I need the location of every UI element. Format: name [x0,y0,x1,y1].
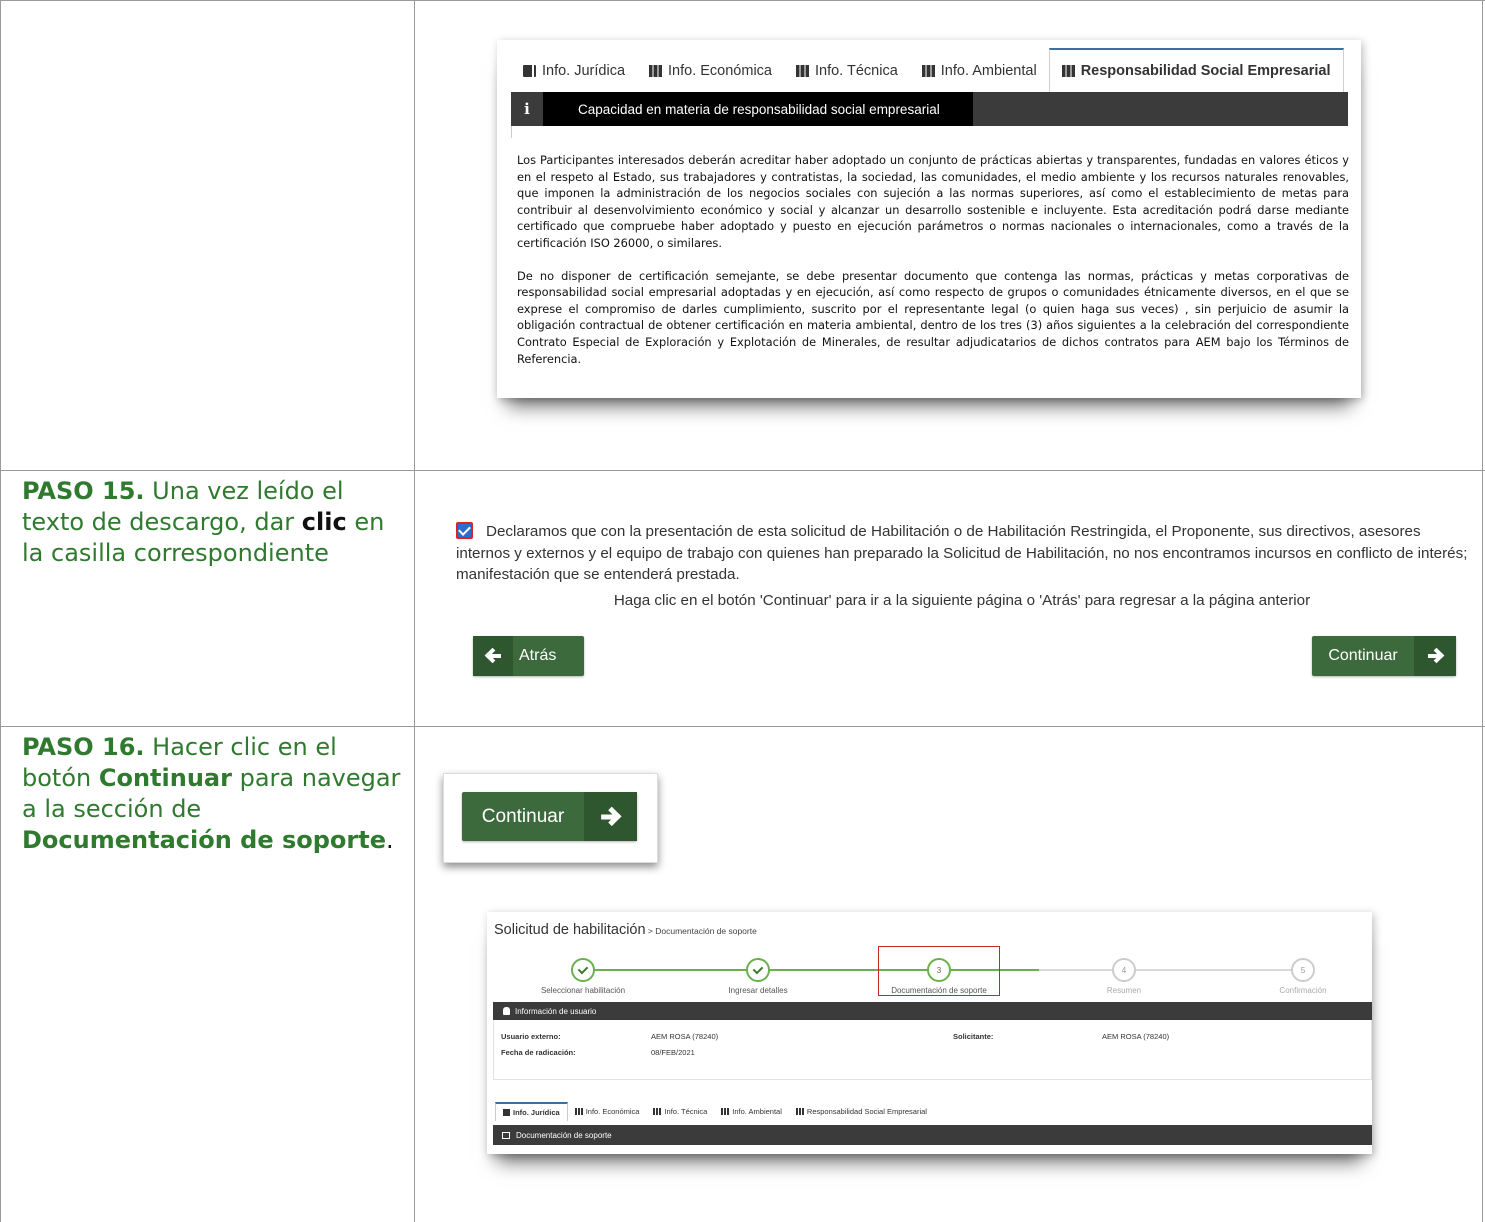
tab-info-tecnica[interactable]: Info. Técnica [784,50,910,92]
arrow-left-icon [473,636,513,676]
documentation-screenshot: Solicitud de habilitación > Documentació… [487,912,1372,1154]
tab-label: Responsabilidad Social Empresarial [1080,63,1331,79]
breadcrumb: > Documentación de soporte [645,926,757,936]
tab-label: Responsabilidad Social Empresarial [806,1107,927,1116]
tab-info-ambiental[interactable]: Info. Ambiental [910,50,1049,92]
paragraph: Los Participantes interesados deberán ac… [517,153,1349,250]
continue-label: Continuar [1328,647,1398,664]
back-button[interactable]: Atrás [473,636,584,676]
columns-icon [502,1131,510,1139]
step-5-label: Confirmación [1279,986,1327,995]
section-header: i Capacidad en materia de responsabilida… [511,92,1348,126]
info-icon: i [524,100,530,118]
navigation-hint: Haga clic en el botón 'Continuar' para i… [613,592,1311,609]
step-2-check-icon [746,958,770,982]
external-user-value: AEM ROSA (78240) [651,1032,719,1041]
info-tabs-small: Info. Jurídica Info. Económica Info. Téc… [495,1102,934,1121]
tab-info-economica[interactable]: Info. Económica [637,50,784,92]
map-icon [721,1108,730,1115]
arrow-right-icon [584,792,637,841]
tab-info-ambiental[interactable]: Info. Ambiental [714,1102,789,1121]
paragraph: De no disponer de certificación semejant… [517,268,1349,366]
step-4-label: Resumen [1106,986,1142,995]
column-divider [414,0,415,1222]
external-user-label: Usuario externo: [501,1032,561,1041]
row-divider [0,726,1485,727]
applicant-label: Solicitante: [953,1032,994,1041]
tab-responsabilidad-social[interactable]: Responsabilidad Social Empresarial [1048,48,1344,92]
row-divider [0,470,1485,471]
progress-line-pending [1039,969,1303,971]
tab-info-juridica[interactable]: Info. Jurídica [511,50,637,92]
step-15-instructions: PASO 15. Una vez leído el texto de desca… [22,476,402,569]
tab-label: Info. Técnica [664,1107,708,1116]
step-1-label: Seleccionar habilitación [540,986,626,995]
map-icon [649,65,663,77]
user-info-header: Información de usuario [493,1002,1372,1020]
divider [511,126,512,138]
declaration-checkbox[interactable] [456,522,473,539]
step-label: PASO 15. [22,477,145,505]
map-icon [796,65,809,77]
table-border-left [0,0,1,1222]
map-icon [574,1108,583,1115]
step-2-label: Ingresar detalles [728,986,788,995]
arrow-right-icon [1414,636,1456,676]
tab-label: Info. Jurídica [513,1108,560,1117]
table-border-right [1482,0,1483,1222]
tab-info-economica[interactable]: Info. Económica [568,1102,647,1121]
step-text-bold: Continuar [98,764,232,792]
book-icon [523,65,536,77]
tab-info-tecnica[interactable]: Info. Técnica [646,1102,714,1121]
user-info-title: Información de usuario [515,1006,597,1016]
rse-description: Los Participantes interesados deberán ac… [517,152,1349,367]
step-16-instructions: PASO 16. Hacer clic en el botón Continua… [22,732,402,856]
tab-label: Info. Ambiental [940,63,1037,79]
tab-label: Info. Jurídica [542,63,626,79]
step-text-bold: Documentación de soporte [22,826,386,854]
tab-label: Info. Ambiental [732,1107,782,1116]
step-text-bold: clic [301,508,347,536]
continue-button[interactable]: Continuar [1312,636,1456,676]
documentation-title: Documentación de soporte [516,1130,612,1140]
title-text: Solicitud de habilitación [494,922,646,938]
tab-label: Info. Económica [668,63,772,79]
continue-label: Continuar [481,805,565,827]
highlight-box [878,946,1000,996]
step-5-indicator: 5 [1291,958,1315,982]
map-icon [921,65,935,77]
tab-info-juridica[interactable]: Info. Jurídica [495,1102,568,1121]
tab-label: Info. Económica [585,1107,640,1116]
map-icon [653,1108,662,1115]
applicant-value: AEM ROSA (78240) [1102,1032,1170,1041]
filing-date-label: Fecha de radicación: [501,1048,576,1057]
tab-responsabilidad-social[interactable]: Responsabilidad Social Empresarial [789,1102,934,1121]
step-label: PASO 16. [22,733,145,761]
step-1-check-icon [571,958,595,982]
info-tabs: Info. Jurídica Info. Económica Info. Téc… [511,48,1344,92]
page-title: Solicitud de habilitación > Documentació… [494,922,757,938]
continue-button-zoomed[interactable]: Continuar [462,792,637,841]
section-title: Capacidad en materia de responsabilidad … [543,92,973,126]
table-border-top [0,0,1485,1]
map-icon [1061,65,1075,77]
tab-label: Info. Técnica [815,63,898,79]
documentation-header: Documentación de soporte [493,1125,1372,1145]
user-info-panel [493,1020,1372,1080]
step-4-indicator: 4 [1112,958,1136,982]
user-icon [503,1007,510,1015]
back-label: Atrás [519,647,557,664]
map-icon [795,1108,804,1115]
step-text: . [385,826,394,854]
declaration-text: Declaramos que con la presentación de es… [456,521,1468,586]
filing-date-value: 08/FEB/2021 [651,1048,695,1057]
declaration-body: Declaramos que con la presentación de es… [456,523,1468,583]
book-icon [503,1109,510,1116]
rse-screenshot: Info. Jurídica Info. Económica Info. Téc… [497,40,1361,398]
